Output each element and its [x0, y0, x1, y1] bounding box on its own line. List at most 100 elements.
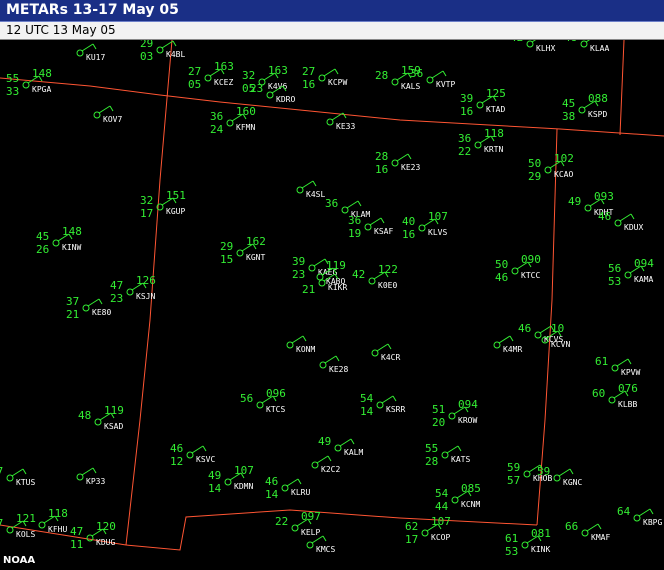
station-pressure: 151	[166, 189, 186, 202]
station-dewpoint: 44	[435, 500, 449, 513]
station-temperature: 46	[170, 442, 183, 455]
station-temperature: 61	[595, 355, 608, 368]
station-dewpoint: 11	[70, 538, 83, 551]
station-id: KCNM	[461, 500, 480, 509]
station-id: KDRO	[276, 95, 295, 104]
station-id: KGNC	[563, 478, 582, 487]
station-id: KDUX	[624, 223, 643, 232]
station-id: KONM	[296, 345, 315, 354]
station-id: KELP	[301, 528, 320, 537]
station-temperature: 55	[6, 72, 19, 85]
station-temperature: 27	[302, 65, 315, 78]
station-dewpoint: 24	[210, 123, 224, 136]
station-id: KTUS	[16, 478, 35, 487]
station-temperature: 54	[360, 392, 374, 405]
station-pressure: 094	[634, 257, 654, 270]
station-id: KSAF	[374, 227, 393, 236]
station-id: KCEZ	[214, 78, 233, 87]
station-pressure: 163	[268, 64, 288, 77]
station-id: K4CR	[381, 353, 400, 362]
station-pressure: 120	[96, 520, 116, 533]
station-id: KOV7	[103, 115, 122, 124]
station-pressure: 163	[214, 60, 234, 73]
station-temperature: 59	[537, 465, 550, 478]
station-temperature: 61	[505, 532, 518, 545]
station-temperature: 56	[240, 392, 253, 405]
station-id: KU17	[86, 53, 105, 62]
station-pressure: 090	[521, 253, 541, 266]
metar-plot-window: KU17 29 03 K4BL 27 05 163 KCEZ 32 05 163 K4V6 27 16 KC…	[0, 0, 664, 570]
station-id: KLRU	[291, 488, 310, 497]
station-pressure: 076	[618, 382, 638, 395]
station-id: KSAD	[104, 422, 123, 431]
station-temperature: 32	[242, 69, 255, 82]
station-dewpoint: 16	[460, 105, 473, 118]
station-id: KGUP	[166, 207, 185, 216]
station-temperature: 60	[592, 387, 605, 400]
station-id: K2C2	[321, 465, 340, 474]
station-dewpoint: 46	[495, 271, 508, 284]
station-id: KCOP	[431, 533, 450, 542]
station-temperature: 36	[410, 67, 423, 80]
station-dewpoint: 03	[140, 50, 153, 63]
station-id: KE80	[92, 308, 111, 317]
station-dewpoint: 16	[375, 163, 388, 176]
station-id: KCVN	[551, 340, 570, 349]
station-id: K4SL	[306, 190, 325, 199]
station-id: KCPW	[328, 78, 347, 87]
station-id: KBPG	[643, 518, 662, 527]
station-temperature: 42	[352, 268, 365, 281]
station-pressure: 121	[16, 512, 36, 525]
credit-label: NOAA	[3, 555, 36, 566]
station-pressure: 10	[551, 322, 564, 335]
station-temperature: 56	[608, 262, 621, 275]
station-id: KTCC	[521, 271, 540, 280]
station-id: KMCS	[316, 545, 335, 554]
station-temperature: 37	[66, 295, 79, 308]
station-id: KGNT	[246, 253, 265, 262]
station-dewpoint: 33	[6, 85, 19, 98]
station-temperature: 64	[617, 505, 631, 518]
station-id: KRTN	[484, 145, 503, 154]
station-dewpoint: 28	[425, 455, 438, 468]
station-pressure: 088	[588, 92, 608, 105]
station-id: KPVW	[621, 368, 640, 377]
station-dewpoint: 17	[405, 533, 418, 546]
station-id: K4MR	[503, 345, 522, 354]
station-id: KSPD	[588, 110, 607, 119]
station-id: K0E0	[378, 281, 397, 290]
station-id: KATS	[451, 455, 470, 464]
station-dewpoint: 14	[265, 488, 279, 501]
station-temperature: 48	[78, 409, 91, 422]
station-temperature: 40	[402, 215, 415, 228]
station-plot-map: KU172903 K4BL2705163KCEZ3205163K4V62716 KC…	[0, 0, 664, 570]
station-pressure: 162	[246, 235, 266, 248]
station-dewpoint: 17	[140, 207, 153, 220]
station-dewpoint: 38	[562, 110, 575, 123]
station-temperature: 39	[292, 255, 305, 268]
station-temperature: 32	[140, 194, 153, 207]
station-id: KCAO	[554, 170, 573, 179]
station-dewpoint: 16	[302, 78, 315, 91]
station-id: KE23	[401, 163, 420, 172]
station-pressure: 118	[484, 127, 504, 140]
station-dewpoint: 23	[292, 268, 305, 281]
station-pressure: 118	[48, 507, 68, 520]
station-id: KLVS	[428, 228, 447, 237]
station-id: KIKR	[328, 283, 347, 292]
station-temperature: 46	[518, 322, 531, 335]
station-temperature: 59	[507, 461, 520, 474]
station-id: KINW	[62, 243, 81, 252]
subtitle-bar: 12 UTC 13 May 05	[0, 22, 664, 40]
station-pressure: 122	[378, 263, 398, 276]
station-id: KROW	[458, 416, 477, 425]
station-id: KTCS	[266, 405, 285, 414]
station-dewpoint: 14	[208, 482, 222, 495]
station-dewpoint: 05	[188, 78, 201, 91]
station-dewpoint: 16	[402, 228, 415, 241]
station-id: KLAA	[590, 44, 609, 53]
station-temperature: 46	[265, 475, 278, 488]
station-pressure: 148	[62, 225, 82, 238]
station-pressure: 107	[234, 464, 254, 477]
station-id: KSRR	[386, 405, 405, 414]
